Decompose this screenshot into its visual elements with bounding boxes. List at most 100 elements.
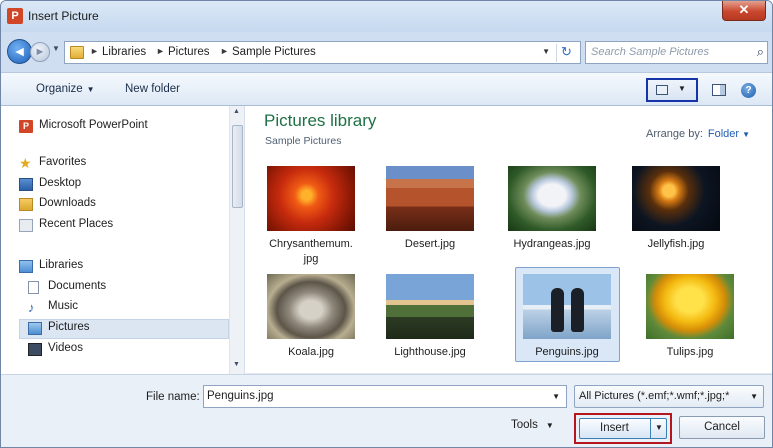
view-icon xyxy=(656,85,668,95)
dialog-footer: File name: Penguins.jpg ▼ All Pictures (… xyxy=(1,374,772,447)
chevron-down-icon: ▼ xyxy=(545,421,554,430)
file-name-label: Tulips.jpg xyxy=(666,346,714,358)
chevron-down-icon: ▼ xyxy=(86,85,95,94)
file-name-line: jpg xyxy=(303,253,319,265)
back-button[interactable]: ◄ xyxy=(7,39,32,64)
music-icon: ♪ xyxy=(28,300,35,315)
cancel-button[interactable]: Cancel xyxy=(679,416,765,439)
search-icon[interactable]: ⌕ xyxy=(757,44,764,60)
insert-button-highlight: Insert ▼ xyxy=(574,413,672,444)
breadcrumb-separator[interactable]: ► xyxy=(90,46,99,56)
forward-button[interactable]: ► xyxy=(30,42,50,62)
file-item-chrysanthemum[interactable]: Chrysanthemum. jpg xyxy=(261,166,361,266)
organize-button[interactable]: Organize ▼ xyxy=(36,83,95,95)
thumbnail-image xyxy=(267,274,355,339)
sidebar-item-label: Documents xyxy=(48,280,107,292)
new-folder-button[interactable]: New folder xyxy=(125,83,180,95)
insert-options-dropdown[interactable]: ▼ xyxy=(650,419,667,438)
sidebar-item-label: Videos xyxy=(48,342,83,354)
scroll-down-icon[interactable]: ▼ xyxy=(233,361,240,368)
file-name-field-label: File name: xyxy=(146,391,200,403)
sidebar-item-label: Microsoft PowerPoint xyxy=(39,119,148,131)
file-name-input[interactable]: Penguins.jpg ▼ xyxy=(203,385,567,408)
videos-icon xyxy=(28,343,42,356)
file-item-lighthouse[interactable]: Lighthouse.jpg xyxy=(380,274,480,364)
tools-button[interactable]: Tools ▼ xyxy=(511,419,554,431)
file-type-select[interactable]: All Pictures (*.emf;*.wmf;*.jpg;* ▼ xyxy=(574,385,764,408)
change-view-button[interactable]: ▼ xyxy=(646,78,698,102)
star-icon: ★ xyxy=(19,155,32,171)
file-name-label: Penguins.jpg xyxy=(535,346,599,358)
downloads-icon xyxy=(19,198,33,211)
file-item-hydrangeas[interactable]: Hydrangeas.jpg xyxy=(502,166,602,266)
file-name-label: Chrysanthemum. jpg xyxy=(261,237,361,267)
file-item-penguins[interactable]: Penguins.jpg xyxy=(517,274,617,364)
libraries-icon xyxy=(19,260,33,273)
thumbnail-image xyxy=(632,166,720,231)
scrollbar-thumb[interactable] xyxy=(232,125,243,208)
sidebar-item-label: Favorites xyxy=(39,156,87,168)
title-bar: P Insert Picture ✕ xyxy=(1,1,772,32)
file-name-value: Penguins.jpg xyxy=(207,390,274,402)
file-name-label: Jellyfish.jpg xyxy=(647,238,705,250)
cancel-label: Cancel xyxy=(704,421,740,433)
thumbnail-image xyxy=(386,274,474,339)
arrange-by-dropdown[interactable]: Folder xyxy=(708,128,739,140)
file-item-desert[interactable]: Desert.jpg xyxy=(380,166,480,266)
file-item-tulips[interactable]: Tulips.jpg xyxy=(640,274,740,364)
breadcrumb-sample-pictures[interactable]: Sample Pictures xyxy=(232,46,316,58)
close-button[interactable]: ✕ xyxy=(722,1,766,21)
scroll-up-icon[interactable]: ▲ xyxy=(233,108,240,115)
navigation-scrollbar[interactable]: ▲ ▼ xyxy=(229,106,244,374)
file-item-koala[interactable]: Koala.jpg xyxy=(261,274,361,364)
powerpoint-app-icon: P xyxy=(7,8,23,24)
pictures-icon xyxy=(28,322,42,335)
chevron-down-icon: ▼ xyxy=(655,423,663,432)
search-input[interactable]: Search Sample Pictures ⌕ xyxy=(585,41,768,64)
insert-button[interactable]: Insert ▼ xyxy=(579,418,667,439)
chevron-down-icon[interactable]: ▼ xyxy=(742,130,750,139)
sidebar-item-label: Pictures xyxy=(48,321,90,333)
address-bar[interactable]: ► Libraries ► Pictures ► Sample Pictures… xyxy=(64,41,581,64)
sidebar-item-label: Recent Places xyxy=(39,218,114,230)
chevron-down-icon[interactable]: ▼ xyxy=(552,392,560,401)
breadcrumb-pictures[interactable]: Pictures xyxy=(168,46,210,58)
insert-label: Insert xyxy=(600,422,629,434)
arrange-by: Arrange by: Folder ▼ xyxy=(646,128,750,140)
file-name-label: Desert.jpg xyxy=(404,238,456,250)
sidebar-item-label: Downloads xyxy=(39,197,96,209)
file-name-label: Koala.jpg xyxy=(288,346,334,358)
breadcrumb-separator[interactable]: ► xyxy=(156,46,165,56)
organize-label: Organize xyxy=(36,83,83,95)
thumbnail-image xyxy=(386,166,474,231)
back-arrow-icon: ◄ xyxy=(12,43,27,59)
thumbnail-image xyxy=(508,166,596,231)
address-row: ◄ ► ▼ ► Libraries ► Pictures ► Sample Pi… xyxy=(1,32,772,72)
tools-label: Tools xyxy=(511,419,538,431)
sidebar-item-label: Libraries xyxy=(39,259,84,271)
forward-arrow-icon: ► xyxy=(34,46,46,58)
help-icon[interactable]: ? xyxy=(741,83,756,98)
library-title: Pictures library xyxy=(264,111,377,130)
library-subtitle: Sample Pictures xyxy=(265,135,342,147)
thumbnail-image xyxy=(523,274,611,339)
window-title: Insert Picture xyxy=(28,9,99,23)
recent-places-icon xyxy=(19,219,33,232)
file-name-label: Lighthouse.jpg xyxy=(394,346,466,358)
refresh-icon[interactable]: ↻ xyxy=(556,44,576,62)
address-dropdown[interactable]: ▼ xyxy=(542,47,550,56)
powerpoint-icon: P xyxy=(19,120,33,133)
thumbnail-image xyxy=(646,274,734,339)
documents-icon xyxy=(28,281,39,294)
breadcrumb-libraries[interactable]: Libraries xyxy=(102,46,146,58)
breadcrumb-separator[interactable]: ► xyxy=(220,46,229,56)
preview-pane-icon[interactable] xyxy=(712,84,726,96)
file-name-line: Chrysanthemum. xyxy=(269,238,353,250)
recent-locations-dropdown[interactable]: ▼ xyxy=(52,44,60,53)
file-name-label: Hydrangeas.jpg xyxy=(513,238,591,250)
chevron-down-icon[interactable]: ▼ xyxy=(678,84,686,93)
file-item-jellyfish[interactable]: Jellyfish.jpg xyxy=(626,166,726,266)
file-type-value: All Pictures (*.emf;*.wmf;*.jpg;* xyxy=(579,390,730,402)
folder-icon xyxy=(70,46,84,59)
search-placeholder: Search Sample Pictures xyxy=(591,46,709,58)
